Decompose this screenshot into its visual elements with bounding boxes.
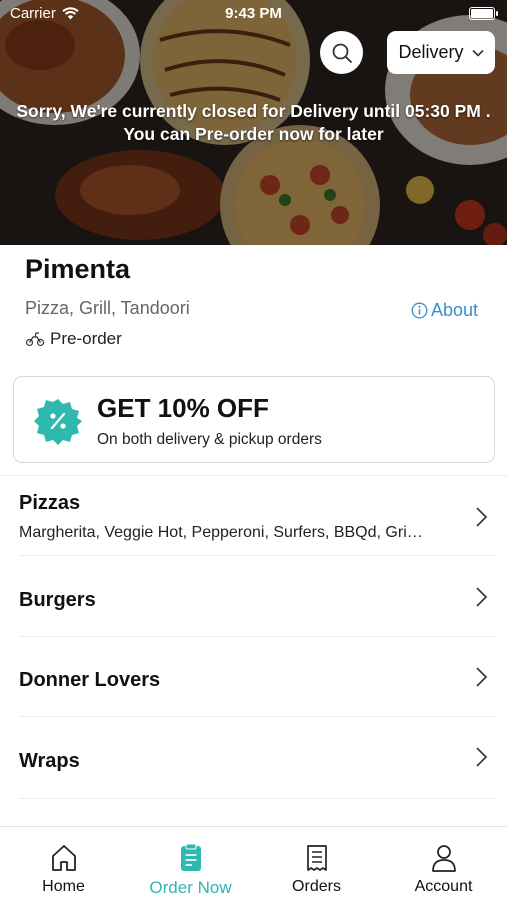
delivery-mode-label: Delivery <box>398 42 464 62</box>
chevron-down-icon <box>471 49 484 57</box>
battery-icon <box>469 7 498 20</box>
restaurant-name: Pimenta <box>25 254 131 284</box>
tab-home[interactable]: Home <box>0 827 127 900</box>
tab-orders[interactable]: Orders <box>253 827 380 900</box>
scooter-icon <box>25 332 45 347</box>
discount-badge-icon <box>34 399 82 445</box>
category-title: Burgers <box>19 589 96 611</box>
category-row-pizzas[interactable]: Pizzas Margherita, Veggie Hot, Pepperoni… <box>0 476 507 556</box>
status-time: 9:43 PM <box>225 5 282 22</box>
person-icon <box>431 845 456 872</box>
receipt-icon <box>306 845 327 871</box>
category-title: Pizzas <box>19 492 81 514</box>
row-divider <box>19 798 495 799</box>
status-bar: Carrier 9:43 PM <box>0 0 507 28</box>
closed-message-line1: Sorry, We're currently closed for Delive… <box>16 101 491 121</box>
category-title: Donner Lovers <box>19 669 161 691</box>
closed-message: Sorry, We're currently closed for Delive… <box>0 100 507 146</box>
search-button[interactable] <box>320 31 363 74</box>
offer-title: GET 10% OFF <box>97 393 269 423</box>
tab-order-now[interactable]: Order Now <box>127 827 254 900</box>
chevron-right-icon <box>476 507 488 527</box>
order-type-label: Pre-order <box>50 329 122 348</box>
order-icon <box>180 843 201 871</box>
bottom-tab-bar: Home Order Now Orders Account <box>0 826 507 900</box>
category-title: Wraps <box>19 750 80 772</box>
order-type-indicator: Pre-order <box>25 329 122 349</box>
delivery-mode-dropdown[interactable]: Delivery <box>387 31 495 74</box>
search-icon <box>332 43 352 63</box>
category-row-donner-lovers[interactable]: Donner Lovers <box>0 637 507 717</box>
about-link[interactable]: About <box>411 300 478 321</box>
chevron-right-icon <box>476 667 488 687</box>
hero-banner: Carrier 9:43 PM Delivery Sorry, We're cu… <box>0 0 507 245</box>
category-items-preview: Margherita, Veggie Hot, Pepperoni, Surfe… <box>19 524 423 541</box>
tab-label: Orders <box>292 878 341 895</box>
tab-account[interactable]: Account <box>380 827 507 900</box>
info-icon <box>411 302 428 319</box>
category-row-wraps[interactable]: Wraps <box>0 717 507 799</box>
chevron-right-icon <box>476 587 488 607</box>
category-row-burgers[interactable]: Burgers <box>0 556 507 637</box>
offer-subtitle: On both delivery & pickup orders <box>97 431 322 448</box>
closed-message-line2: You can Pre-order now for later <box>123 124 384 144</box>
tab-label: Home <box>42 878 85 895</box>
chevron-right-icon <box>476 747 488 767</box>
offer-card[interactable]: GET 10% OFF On both delivery & pickup or… <box>13 376 495 463</box>
tab-label: Account <box>414 878 473 895</box>
about-label: About <box>431 300 479 320</box>
tab-label: Order Now <box>149 878 232 897</box>
restaurant-cuisine: Pizza, Grill, Tandoori <box>25 298 190 318</box>
home-icon <box>51 845 76 871</box>
